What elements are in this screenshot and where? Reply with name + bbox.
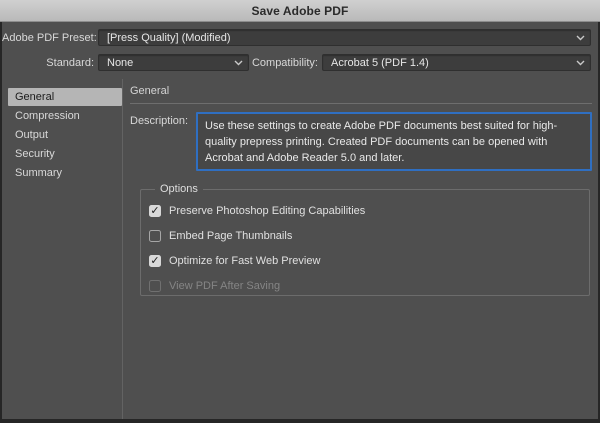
checkbox-icon[interactable]: ✓ bbox=[149, 255, 161, 267]
sidebar-item-label: Compression bbox=[15, 110, 80, 122]
sidebar-item-general[interactable]: General bbox=[8, 88, 122, 106]
sidebar-item-security[interactable]: Security bbox=[8, 145, 122, 163]
sidebar-item-label: Output bbox=[15, 129, 49, 141]
chevron-down-icon bbox=[576, 35, 585, 41]
sidebar-item-summary[interactable]: Summary bbox=[8, 164, 122, 182]
section-divider bbox=[130, 103, 592, 104]
options-legend: Options bbox=[155, 183, 203, 195]
compatibility-label: Compatibility: bbox=[251, 57, 318, 69]
checkbox-view-pdf-after-saving: View PDF After Saving bbox=[149, 279, 280, 293]
sidebar-item-output[interactable]: Output bbox=[8, 126, 122, 144]
checkbox-label: Optimize for Fast Web Preview bbox=[169, 255, 321, 267]
chevron-down-icon bbox=[576, 60, 585, 66]
checkbox-label: Preserve Photoshop Editing Capabilities bbox=[169, 205, 366, 217]
preset-value: [Press Quality] (Modified) bbox=[107, 31, 231, 44]
sidebar-item-label: Summary bbox=[15, 167, 63, 179]
checkbox-icon[interactable] bbox=[149, 230, 161, 242]
checkbox-preserve-editing[interactable]: ✓ Preserve Photoshop Editing Capabilitie… bbox=[149, 204, 365, 218]
description-textarea[interactable]: Use these settings to create Adobe PDF d… bbox=[196, 112, 592, 171]
options-group: Options ✓ Preserve Photoshop Editing Cap… bbox=[140, 183, 590, 296]
section-title: General bbox=[130, 85, 170, 97]
dialog-title: Save Adobe PDF bbox=[251, 3, 349, 18]
checkbox-embed-thumbnails[interactable]: Embed Page Thumbnails bbox=[149, 229, 292, 243]
checkbox-label: Embed Page Thumbnails bbox=[169, 230, 293, 242]
preset-dropdown[interactable]: [Press Quality] (Modified) bbox=[98, 29, 591, 46]
checkbox-icon[interactable]: ✓ bbox=[149, 205, 161, 217]
sidebar-item-label: Security bbox=[15, 148, 55, 160]
compatibility-value: Acrobat 5 (PDF 1.4) bbox=[331, 56, 429, 69]
description-label: Description: bbox=[130, 115, 189, 127]
standard-label: Standard: bbox=[46, 57, 94, 69]
sidebar-item-compression[interactable]: Compression bbox=[8, 107, 122, 125]
checkbox-optimize-web-preview[interactable]: ✓ Optimize for Fast Web Preview bbox=[149, 254, 320, 268]
checkbox-icon bbox=[149, 280, 161, 292]
dialog-body: Adobe PDF Preset: [Press Quality] (Modif… bbox=[2, 22, 598, 419]
sidebar-divider bbox=[122, 79, 123, 419]
compatibility-dropdown[interactable]: Acrobat 5 (PDF 1.4) bbox=[322, 54, 591, 71]
sidebar-item-label: General bbox=[15, 91, 55, 103]
standard-value: None bbox=[107, 56, 134, 69]
checkbox-label: View PDF After Saving bbox=[169, 280, 281, 292]
dialog-titlebar: Save Adobe PDF bbox=[0, 0, 600, 22]
preset-label: Adobe PDF Preset: bbox=[2, 32, 97, 44]
